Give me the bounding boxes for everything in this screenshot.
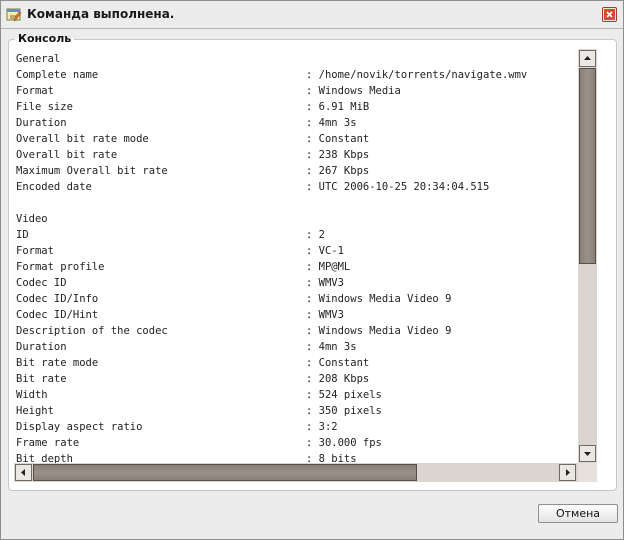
console-line-value: : Windows Media Video 9 xyxy=(306,325,452,337)
console-line: Width : 524 pixels xyxy=(16,387,382,403)
console-line: General xyxy=(16,51,306,67)
dialog-window: Команда выполнена. Консоль General Comple… xyxy=(0,0,624,540)
console-line-value: : UTC 2006-10-25 20:34:04.515 xyxy=(306,181,490,193)
console-line-key: Overall bit rate xyxy=(16,149,118,161)
console-line: Maximum Overall bit rate : 267 Kbps xyxy=(16,163,369,179)
console-line-value: : 267 Kbps xyxy=(306,165,370,177)
console-line: Format : VC-1 xyxy=(16,243,344,259)
console-line-key: Description of the codec xyxy=(16,325,168,337)
console-line-value: : Constant xyxy=(306,133,370,145)
console-line-key: Video xyxy=(16,213,48,225)
console-line-value: : 3:2 xyxy=(306,421,338,433)
console-line: ID : 2 xyxy=(16,227,325,243)
console-line-key: General xyxy=(16,53,61,65)
cancel-button[interactable]: Отмена xyxy=(538,504,618,523)
console-line-value: : Windows Media Video 9 xyxy=(306,293,452,305)
scroll-up-button[interactable] xyxy=(579,50,596,67)
console-line-value: : VC-1 xyxy=(306,245,344,257)
console-line: Format : Windows Media xyxy=(16,83,401,99)
console-line-key: Complete name xyxy=(16,69,99,81)
console-group-legend: Консоль xyxy=(15,32,75,45)
console-line-key: Bit rate mode xyxy=(16,357,99,369)
scrollbar-corner xyxy=(578,463,597,482)
console-line-value: : /home/novik/torrents/navigate.wmv xyxy=(306,69,528,81)
console-line-value: : 350 pixels xyxy=(306,405,382,417)
dialog-title: Команда выполнена. xyxy=(27,7,175,21)
console-line-value: : 2 xyxy=(306,229,325,241)
console-line-key: Codec ID/Info xyxy=(16,293,99,305)
console-line: Encoded date : UTC 2006-10-25 20:34:04.51… xyxy=(16,179,489,195)
console-line-value: : 524 pixels xyxy=(306,389,382,401)
console-line: Overall bit rate mode : Constant xyxy=(16,131,369,147)
console-line-key: Width xyxy=(16,389,48,401)
console-line-key: Overall bit rate mode xyxy=(16,133,149,145)
scroll-right-button[interactable] xyxy=(559,464,576,481)
console-line: Overall bit rate : 238 Kbps xyxy=(16,147,369,163)
arrow-down-icon xyxy=(584,452,591,456)
console-line-key: Format profile xyxy=(16,261,105,273)
console-line: Bit rate mode : Constant xyxy=(16,355,369,371)
scroll-down-button[interactable] xyxy=(579,445,596,462)
console-line: Description of the codec : Windows Media … xyxy=(16,323,451,339)
horizontal-scrollbar[interactable] xyxy=(14,463,578,482)
console-line-value: : WMV3 xyxy=(306,309,344,321)
console-line: Duration : 4mn 3s xyxy=(16,115,357,131)
console-line: Duration : 4mn 3s xyxy=(16,339,357,355)
console-line-value: : WMV3 xyxy=(306,277,344,289)
console-line-value: : 4mn 3s xyxy=(306,117,357,129)
console-line-value: : MP@ML xyxy=(306,261,351,273)
vertical-scroll-thumb[interactable] xyxy=(579,68,596,264)
console-line-key: Codec ID xyxy=(16,277,67,289)
console-line-key: Frame rate xyxy=(16,437,80,449)
console-line: Display aspect ratio : 3:2 xyxy=(16,419,338,435)
console-output[interactable]: General Complete name : /home/novik/torren… xyxy=(14,49,578,463)
console-line-key: Bit rate xyxy=(16,373,67,385)
console-line-key: Display aspect ratio xyxy=(16,421,143,433)
console-line-value: : Windows Media xyxy=(306,85,401,97)
console-line: Bit rate : 208 Kbps xyxy=(16,371,369,387)
console-line-key: Duration xyxy=(16,117,67,129)
arrow-up-icon xyxy=(584,56,591,60)
console-line-key: Maximum Overall bit rate xyxy=(16,165,168,177)
console-line-key: Format xyxy=(16,245,54,257)
console-line-key: File size xyxy=(16,101,73,113)
title-bar[interactable]: Команда выполнена. xyxy=(1,1,623,29)
console-line: Complete name : /home/novik/torrents/navi… xyxy=(16,67,527,83)
console-line-key: Codec ID/Hint xyxy=(16,309,99,321)
console-line: File size : 6.91 MiB xyxy=(16,99,369,115)
vertical-scrollbar[interactable] xyxy=(578,49,597,463)
arrow-right-icon xyxy=(566,469,570,476)
console-line-key: Bit depth xyxy=(16,453,73,463)
close-button[interactable] xyxy=(602,7,617,22)
console-line: Format profile : MP@ML xyxy=(16,259,350,275)
console-line-value: : 208 Kbps xyxy=(306,373,370,385)
close-icon xyxy=(604,9,615,20)
console-window-icon xyxy=(6,8,22,22)
console-line-value: : 4mn 3s xyxy=(306,341,357,353)
console-line: Codec ID/Hint : WMV3 xyxy=(16,307,344,323)
console-line-value: : 30.000 fps xyxy=(306,437,382,449)
console-line-value: : 238 Kbps xyxy=(306,149,370,161)
console-line-key: Height xyxy=(16,405,54,417)
scroll-left-button[interactable] xyxy=(15,464,32,481)
console-line-key: ID xyxy=(16,229,29,241)
console-line: Frame rate : 30.000 fps xyxy=(16,435,382,451)
console-line: Height : 350 pixels xyxy=(16,403,382,419)
console-line: Bit depth : 8 bits xyxy=(16,451,357,463)
console-line-key: Encoded date xyxy=(16,181,92,193)
horizontal-scroll-thumb[interactable] xyxy=(33,464,417,481)
console-line-value: : 8 bits xyxy=(306,453,357,463)
console-line: Codec ID/Info : Windows Media Video 9 xyxy=(16,291,451,307)
console-line-value: : Constant xyxy=(306,357,370,369)
console-line: Video xyxy=(16,211,306,227)
arrow-left-icon xyxy=(21,469,25,476)
console-line-key: Duration xyxy=(16,341,67,353)
console-line-key: Format xyxy=(16,85,54,97)
console-line: Codec ID : WMV3 xyxy=(16,275,344,291)
console-line-value: : 6.91 MiB xyxy=(306,101,370,113)
